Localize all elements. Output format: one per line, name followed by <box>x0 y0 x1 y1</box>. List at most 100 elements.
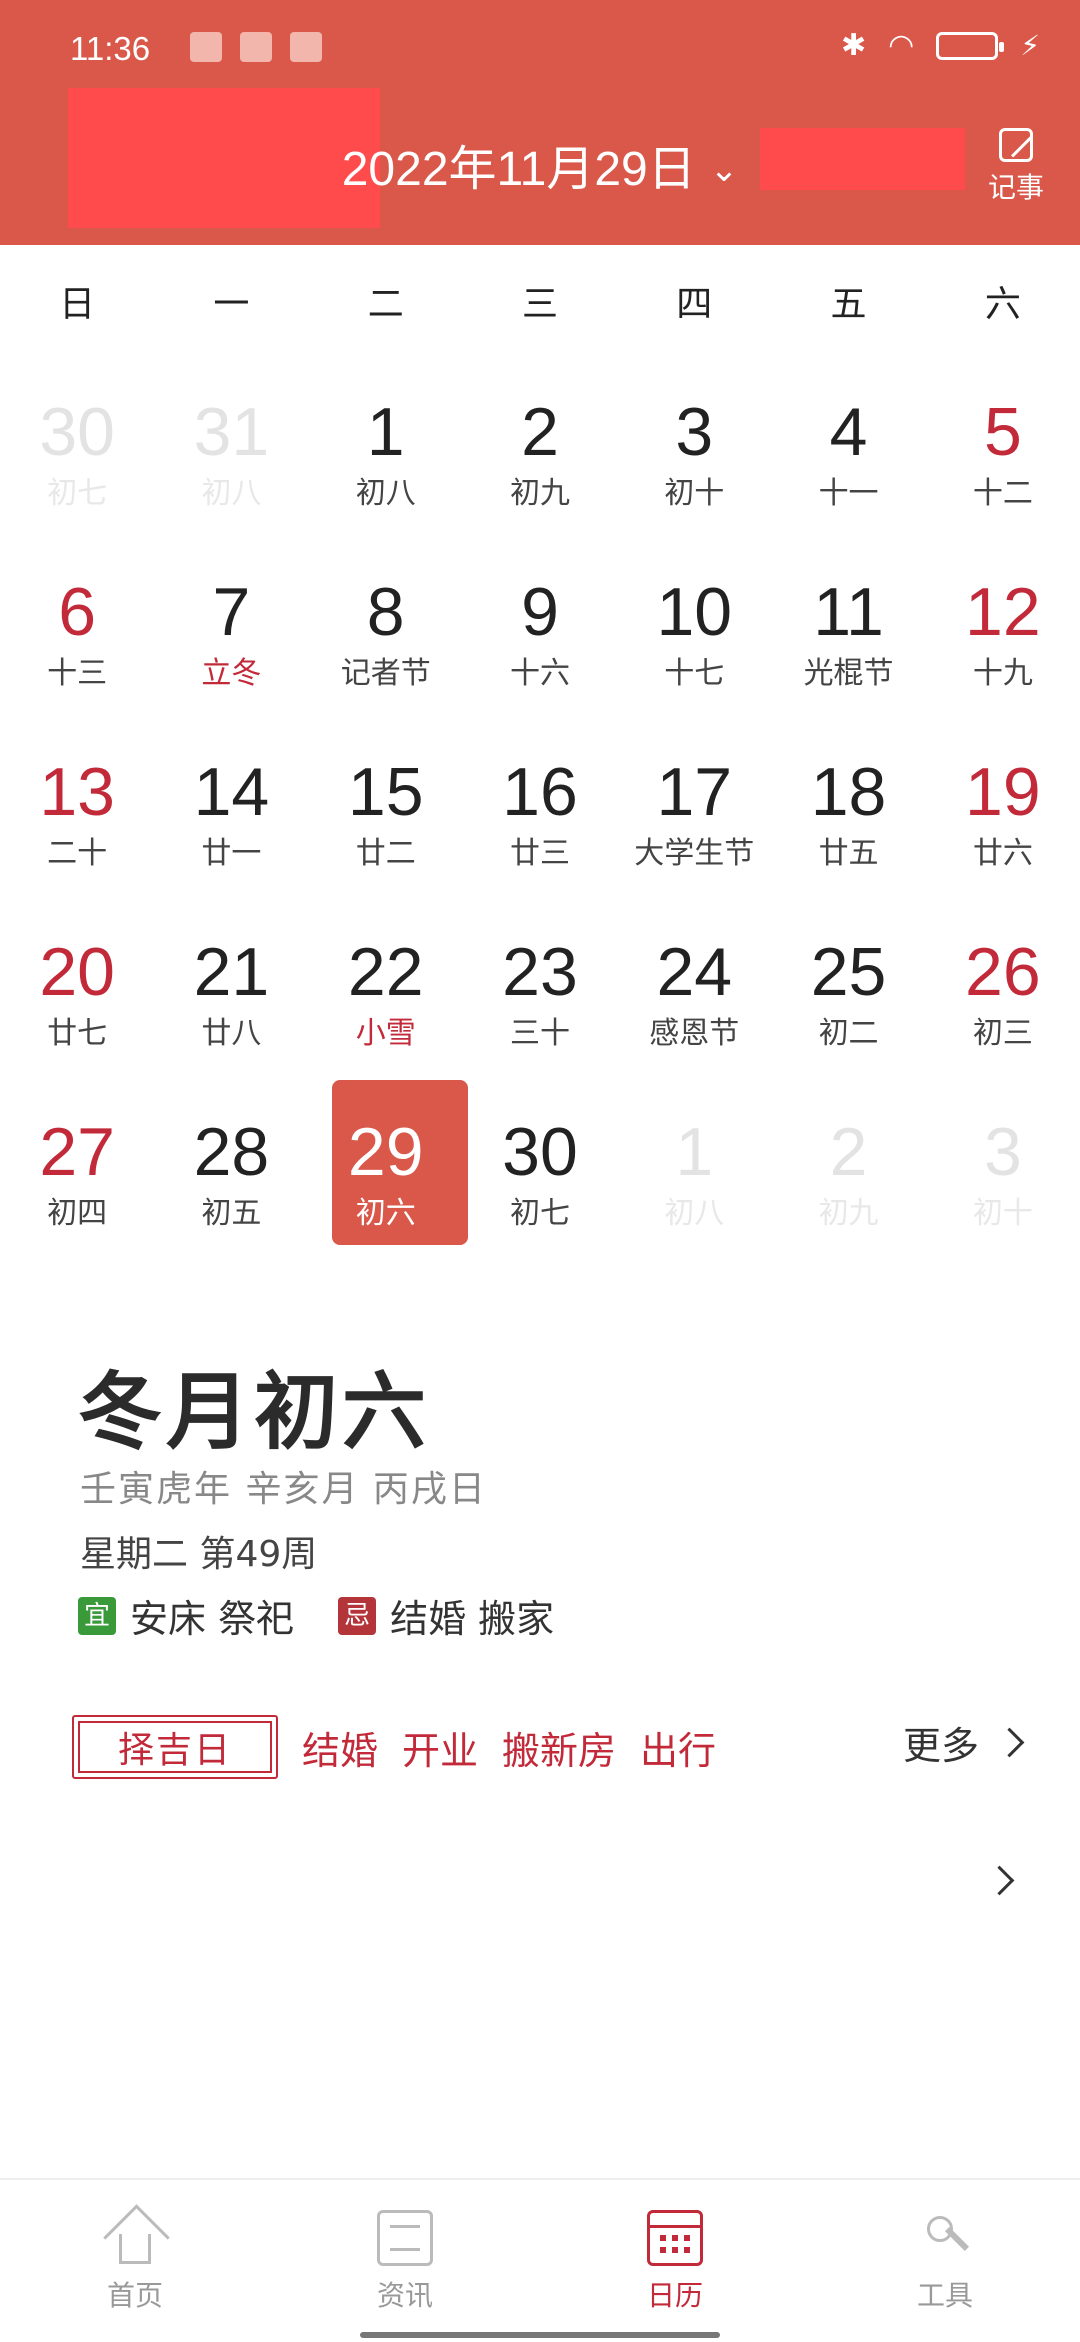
calendar-day[interactable]: 23 三十 <box>463 892 617 1072</box>
lunar-day-label: 廿一 <box>201 836 262 871</box>
calendar-day[interactable]: 25 初二 <box>771 892 925 1072</box>
day-number: 13 <box>39 754 115 830</box>
calendar-day[interactable]: 2 初九 <box>463 352 617 532</box>
calendar-day[interactable]: 15 廿二 <box>309 712 463 892</box>
more-button[interactable]: 更多 <box>902 1715 1025 1770</box>
calendar-day[interactable]: 1 初八 <box>617 1072 771 1252</box>
calendar-day[interactable]: 11 光棍节 <box>771 532 925 712</box>
lunar-day-label: 初八 <box>355 476 416 511</box>
calendar-day[interactable]: 21 廿八 <box>154 892 308 1072</box>
day-number: 25 <box>810 934 887 1010</box>
nav-label: 工具 <box>916 2279 973 2312</box>
yi-ji-row: 宜 安床 祭祀 忌 结婚 搬家 <box>78 1588 554 1643</box>
day-number: 15 <box>347 754 424 830</box>
nav-home[interactable]: 首页 <box>0 2180 270 2342</box>
day-number: 26 <box>965 934 1041 1010</box>
day-number: 30 <box>39 394 115 470</box>
weekday-label: 六 <box>984 284 1021 325</box>
calendar-day[interactable]: 28 初五 <box>154 1072 308 1252</box>
calendar-day[interactable]: 13 二十 <box>0 712 154 892</box>
home-indicator <box>360 2332 720 2338</box>
calendar-day[interactable]: 8 记者节 <box>309 532 463 712</box>
calendar-day[interactable]: 3 初十 <box>617 352 771 532</box>
calendar-day[interactable]: 6 十三 <box>0 532 154 712</box>
battery-icon <box>936 31 1005 60</box>
day-number: 14 <box>193 754 270 830</box>
calendar-day[interactable]: 14 廿一 <box>154 712 308 892</box>
calendar-day[interactable]: 4 十一 <box>771 352 925 532</box>
home-icon <box>107 2210 163 2266</box>
day-number: 17 <box>656 754 733 830</box>
lunar-day-label: 记者节 <box>340 656 431 691</box>
weekday-label: 二 <box>367 284 404 325</box>
notification-icon <box>290 32 322 62</box>
day-number: 31 <box>193 394 270 470</box>
lunar-day-label: 初九 <box>509 476 570 511</box>
day-number: 2 <box>521 394 559 470</box>
nav-news[interactable]: 资讯 <box>270 2180 540 2342</box>
ji-text: 结婚 搬家 <box>390 1597 555 1641</box>
weekday-label: 五 <box>830 284 867 325</box>
expand-row-button[interactable] <box>969 1865 1015 1896</box>
status-time: 11:36 <box>70 30 151 67</box>
lunar-day-label: 初四 <box>47 1196 108 1231</box>
day-number: 2 <box>829 1114 868 1190</box>
chevron-down-icon: ⌄ <box>709 151 739 189</box>
nav-tools[interactable]: 工具 <box>810 2180 1080 2342</box>
lunar-day-label: 十一 <box>818 476 879 511</box>
calendar-day[interactable]: 16 廿三 <box>463 712 617 892</box>
calendar-day[interactable]: 31 初八 <box>154 352 308 532</box>
yi-text: 安床 祭祀 <box>130 1597 295 1641</box>
calendar-day[interactable]: 3 初十 <box>926 1072 1080 1252</box>
calendar-day[interactable]: 19 廿六 <box>926 712 1080 892</box>
calendar-day[interactable]: 17 大学生节 <box>617 712 771 892</box>
calendar-day[interactable]: 1 初八 <box>309 352 463 532</box>
calendar-day[interactable]: 30 初七 <box>0 352 154 532</box>
date-selector[interactable]: 2022年11月29日 ⌄ <box>0 140 1080 204</box>
calendar-day[interactable]: 26 初三 <box>926 892 1080 1072</box>
calendar-day[interactable]: 10 十七 <box>617 532 771 712</box>
day-number: 19 <box>965 754 1041 830</box>
header-title: 2022年11月29日 <box>341 143 696 196</box>
calendar-day-selected[interactable]: 29 初六 <box>309 1072 468 1252</box>
day-number: 18 <box>810 754 887 830</box>
charging-icon: ⚡ <box>1020 29 1040 62</box>
nav-label: 日历 <box>646 2279 703 2312</box>
pick-link[interactable]: 出行 <box>640 1720 716 1775</box>
pick-link[interactable]: 结婚 <box>302 1720 378 1775</box>
weekday-label: 四 <box>676 284 713 325</box>
more-label: 更多 <box>902 1724 979 1768</box>
day-number: 28 <box>193 1114 270 1190</box>
calendar-day[interactable]: 20 廿七 <box>0 892 154 1072</box>
calendar-day[interactable]: 12 十九 <box>926 532 1080 712</box>
calendar-day[interactable]: 30 初七 <box>463 1072 617 1252</box>
lunar-day-label: 初七 <box>509 1196 570 1231</box>
day-number: 4 <box>829 394 868 470</box>
nav-calendar[interactable]: 日历 <box>540 2180 810 2342</box>
calendar-day[interactable]: 18 廿五 <box>771 712 925 892</box>
pick-day-badge[interactable]: 择吉日 <box>72 1715 278 1779</box>
calendar-day[interactable]: 24 感恩节 <box>617 892 771 1072</box>
calendar-day[interactable]: 2 初九 <box>771 1072 925 1252</box>
note-button[interactable]: 记事 <box>980 128 1052 206</box>
lunar-day-label: 初七 <box>47 476 108 511</box>
yi-badge: 宜 <box>78 1596 116 1635</box>
weekday-header: 日 一 二 三 四 五 六 <box>0 275 1080 345</box>
day-number: 16 <box>502 754 578 830</box>
lunar-day-label: 十七 <box>664 656 725 691</box>
calendar-day[interactable]: 27 初四 <box>0 1072 154 1252</box>
pick-link[interactable]: 开业 <box>402 1720 478 1775</box>
bottom-navigation: 首页 资讯 日历 工具 <box>0 2178 1080 2342</box>
day-number: 1 <box>366 394 405 470</box>
calendar-day[interactable]: 22 小雪 <box>309 892 463 1072</box>
notification-icon <box>190 32 222 62</box>
lunar-day-label: 初八 <box>664 1196 725 1231</box>
calendar-day[interactable]: 7 立冬 <box>154 532 308 712</box>
calendar-day[interactable]: 5 十二 <box>926 352 1080 532</box>
calendar-day[interactable]: 9 十六 <box>463 532 617 712</box>
day-number: 5 <box>983 394 1022 470</box>
lunar-day-label: 廿八 <box>201 1016 262 1051</box>
note-button-label: 记事 <box>987 171 1044 204</box>
pick-link[interactable]: 搬新房 <box>502 1720 616 1775</box>
day-number: 23 <box>502 934 578 1010</box>
